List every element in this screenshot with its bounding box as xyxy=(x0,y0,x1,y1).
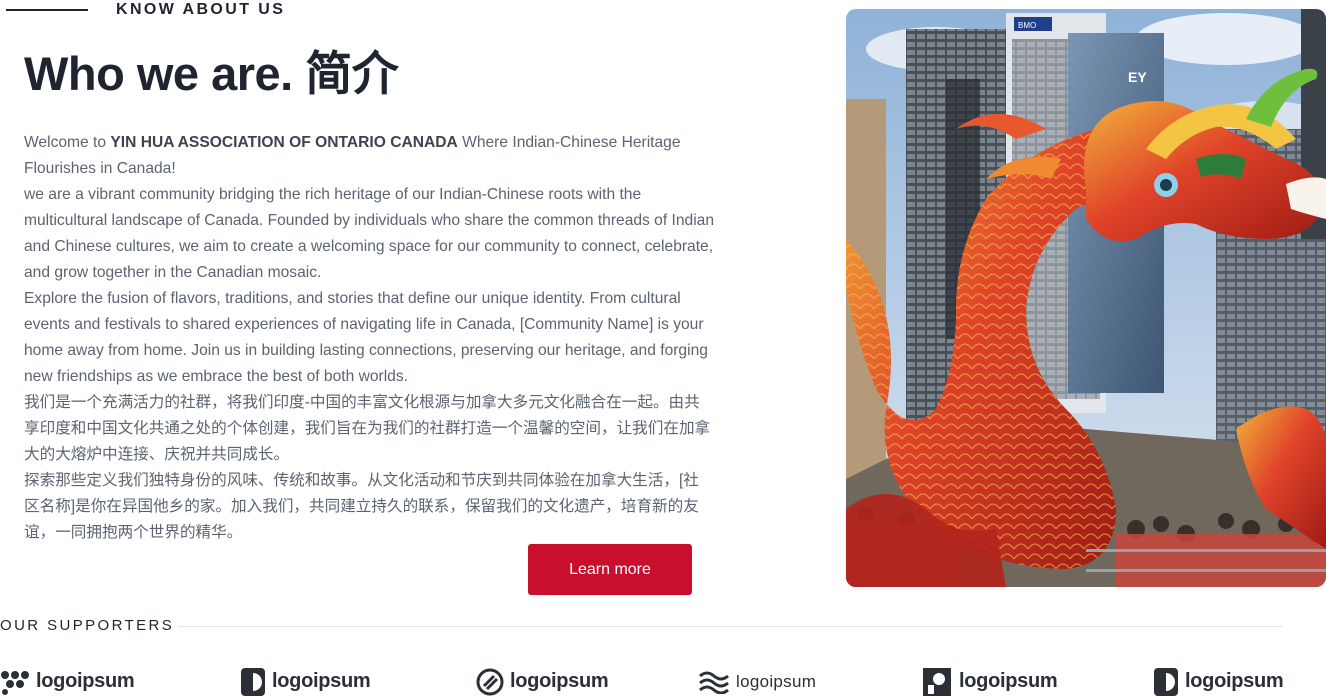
logo-mark-icon xyxy=(1154,667,1178,696)
supporters-label: OUR SUPPORTERS xyxy=(0,617,175,634)
supporter-logo-2[interactable]: logoipsum xyxy=(240,664,371,699)
hero-image: BMO EY xyxy=(846,9,1326,587)
dragon-festival-photo: BMO EY xyxy=(846,9,1326,587)
org-name: YIN HUA ASSOCIATION OF ONTARIO CANADA xyxy=(110,134,458,151)
logo-mark-icon xyxy=(923,667,951,696)
supporter-logo-5[interactable]: logoipsum xyxy=(921,664,1058,699)
logo-text: logoipsum xyxy=(272,670,371,692)
supporter-logo-3[interactable]: logoipsum xyxy=(476,664,609,699)
supporter-logo-4[interactable]: logoipsum xyxy=(698,664,816,699)
logo-mark-icon xyxy=(1,670,29,695)
about-paragraph-2: Explore the fusion of flavors, tradition… xyxy=(24,290,708,385)
logo-text: logoipsum xyxy=(510,670,609,692)
about-paragraph-zh-1: 我们是一个充满活力的社群，将我们印度-中国的丰富文化根源与加拿大多元文化融合在一… xyxy=(24,394,711,463)
section-eyebrow: KNOW ABOUT US xyxy=(116,1,286,18)
logo-mark-icon xyxy=(699,671,729,694)
logo-text: logoipsum xyxy=(1185,670,1284,692)
eyebrow-divider xyxy=(6,9,88,11)
logo-text: logoipsum xyxy=(36,670,135,692)
supporters-divider xyxy=(178,626,1282,627)
supporter-logo-1[interactable]: logoipsum xyxy=(0,664,135,699)
logo-text: logoipsum xyxy=(736,671,817,691)
page-title: Who we are. 简介 xyxy=(24,47,399,100)
logo-mark-icon xyxy=(241,667,265,696)
supporters-logos: logoipsum logoipsum logoipsum logoipsum … xyxy=(0,664,1326,699)
ey-sign: EY xyxy=(1128,69,1147,85)
about-paragraph-1: we are a vibrant community bridging the … xyxy=(24,186,715,281)
about-text: Welcome to YIN HUA ASSOCIATION OF ONTARI… xyxy=(24,130,714,546)
supporter-logo-6[interactable]: logoipsum xyxy=(1153,664,1284,699)
bmo-sign: BMO xyxy=(1018,21,1036,30)
intro-paragraph: Welcome to YIN HUA ASSOCIATION OF ONTARI… xyxy=(24,134,681,177)
logo-mark-icon xyxy=(476,668,504,695)
logo-text: logoipsum xyxy=(959,670,1058,692)
learn-more-button[interactable]: Learn more xyxy=(528,544,692,595)
about-paragraph-zh-2: 探索那些定义我们独特身份的风味、传统和故事。从文化活动和节庆到共同体验在加拿大生… xyxy=(24,472,699,541)
